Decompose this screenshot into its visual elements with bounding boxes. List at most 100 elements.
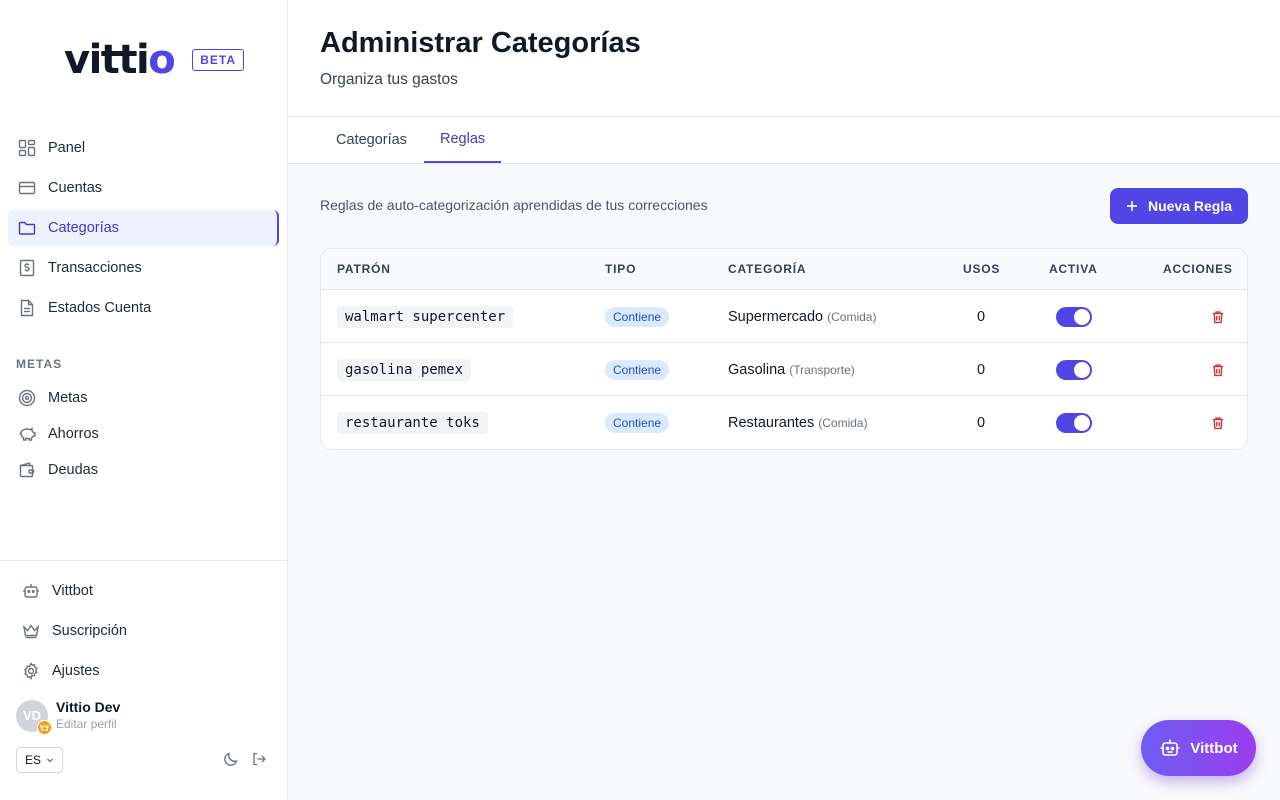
- rule-category-parent: (Comida): [818, 415, 868, 430]
- table-row: restaurante toks Contiene Restaurantes (C…: [321, 396, 1247, 449]
- table-header: PATRÓN TIPO CATEGORÍA USOS ACTIVA ACCION…: [321, 249, 1247, 290]
- active-toggle[interactable]: [1056, 359, 1092, 380]
- delete-trash-icon[interactable]: [1211, 363, 1225, 377]
- dollar-receipt-icon: [19, 259, 35, 277]
- column-header-actions: ACCIONES: [1163, 262, 1233, 276]
- crown-icon: [22, 624, 40, 639]
- toggle-knob: [1074, 361, 1090, 378]
- section-label-metas: METAS: [16, 357, 63, 371]
- table-row: gasolina pemex Contiene Gasolina (Transpo…: [321, 343, 1247, 396]
- page-header: Administrar Categorías Organiza tus gast…: [288, 0, 1280, 117]
- sidebar-item-ajustes[interactable]: Ajustes: [12, 653, 276, 689]
- avatar[interactable]: VD: [16, 699, 52, 735]
- wallet-icon: [19, 462, 35, 478]
- active-toggle[interactable]: [1056, 306, 1092, 327]
- user-info: Vittio Dev Editar perfil: [56, 699, 120, 732]
- sidebar: vittio BETA Panel Cuentas Categorías Tra…: [0, 0, 288, 800]
- rule-category-parent: (Comida): [827, 309, 877, 324]
- sidebar-item-metas[interactable]: Metas: [8, 380, 279, 416]
- rule-category: Supermercado: [728, 308, 824, 325]
- page-subtitle: Organiza tus gastos: [320, 71, 458, 88]
- chevron-down-icon: [47, 758, 53, 763]
- delete-trash-icon[interactable]: [1211, 310, 1225, 324]
- premium-crown-icon: [37, 719, 52, 735]
- sidebar-item-label: Deudas: [48, 462, 98, 478]
- page-title: Administrar Categorías: [320, 27, 641, 59]
- rule-type-badge: Contiene: [605, 306, 670, 327]
- toggle-knob: [1074, 414, 1090, 431]
- new-rule-label: Nueva Regla: [1147, 198, 1233, 214]
- moon-icon[interactable]: [223, 751, 239, 767]
- rule-pattern: restaurante toks: [337, 411, 488, 434]
- logout-icon[interactable]: [251, 751, 267, 767]
- rule-category-parent: (Transporte): [789, 362, 855, 377]
- document-icon: [20, 299, 34, 317]
- sidebar-item-label: Suscripción: [52, 623, 127, 639]
- rule-pattern: gasolina pemex: [337, 358, 472, 381]
- bot-icon: [1160, 739, 1180, 756]
- rules-description: Reglas de auto-categorización aprendidas…: [320, 197, 708, 213]
- sidebar-item-label: Estados Cuenta: [48, 300, 152, 316]
- user-name: Vittio Dev: [56, 699, 121, 715]
- edit-profile-link[interactable]: Editar perfil: [56, 716, 120, 732]
- tab-reglas[interactable]: Reglas: [424, 117, 502, 163]
- column-header-type: TIPO: [605, 262, 637, 276]
- rule-type-badge: Contiene: [605, 412, 670, 433]
- sidebar-item-label: Vittbot: [52, 583, 93, 599]
- brand[interactable]: vittio BETA: [64, 38, 245, 82]
- folder-icon: [18, 221, 36, 235]
- rule-uses: 0: [977, 414, 986, 431]
- sidebar-item-label: Cuentas: [48, 180, 103, 196]
- column-header-pattern: PATRÓN: [337, 262, 391, 276]
- sidebar-item-label: Ahorros: [48, 426, 99, 442]
- column-header-active: ACTIVA: [1049, 262, 1098, 276]
- sidebar-item-label: Transacciones: [48, 260, 142, 276]
- dashboard-icon: [18, 139, 36, 157]
- user-profile[interactable]: VD Vittio Dev Editar perfil: [16, 699, 120, 735]
- sidebar-item-deudas[interactable]: Deudas: [8, 452, 279, 488]
- sidebar-item-suscripcion[interactable]: Suscripción: [12, 613, 276, 649]
- rule-uses: 0: [977, 308, 986, 325]
- column-header-category: CATEGORÍA: [728, 262, 807, 276]
- vittbot-fab-label: Vittbot: [1190, 739, 1238, 757]
- toggle-knob: [1074, 308, 1090, 325]
- table-row: walmart supercenter Contiene Supermercad…: [321, 290, 1247, 343]
- bot-icon: [23, 584, 39, 598]
- sidebar-item-estados-cuenta[interactable]: Estados Cuenta: [8, 290, 279, 326]
- tab-bar: Categorías Reglas: [288, 117, 1280, 164]
- sidebar-item-label: Metas: [48, 390, 88, 406]
- sidebar-item-categorias[interactable]: Categorías: [8, 210, 279, 246]
- sidebar-item-label: Categorías: [48, 220, 119, 236]
- sidebar-item-panel[interactable]: Panel: [8, 130, 279, 166]
- beta-badge: BETA: [192, 49, 245, 71]
- language-value: ES: [24, 753, 41, 767]
- rule-category: Gasolina: [728, 361, 786, 378]
- column-header-uses: USOS: [963, 262, 1001, 276]
- sidebar-item-cuentas[interactable]: Cuentas: [8, 170, 279, 206]
- rule-pattern: walmart supercenter: [337, 305, 514, 328]
- vittbot-fab-button[interactable]: Vittbot: [1141, 720, 1256, 776]
- new-rule-button[interactable]: Nueva Regla: [1110, 188, 1248, 224]
- piggy-bank-icon: [19, 427, 36, 441]
- sidebar-item-vittbot[interactable]: Vittbot: [12, 573, 276, 609]
- gear-icon: [24, 662, 38, 680]
- rule-type-badge: Contiene: [605, 359, 670, 380]
- logo[interactable]: vittio: [64, 38, 176, 82]
- delete-trash-icon[interactable]: [1211, 416, 1225, 430]
- goals-nav: Metas Ahorros Deudas: [8, 380, 279, 488]
- rule-uses: 0: [977, 361, 986, 378]
- target-icon: [18, 389, 36, 407]
- sidebar-item-label: Ajustes: [52, 663, 100, 679]
- sidebar-item-label: Panel: [48, 140, 86, 156]
- sidebar-item-ahorros[interactable]: Ahorros: [8, 416, 279, 452]
- rule-category: Restaurantes: [728, 414, 815, 431]
- main-nav: Panel Cuentas Categorías Transacciones E…: [8, 130, 279, 330]
- active-toggle[interactable]: [1056, 412, 1092, 433]
- plus-icon: [1126, 201, 1137, 211]
- secondary-nav: Vittbot Suscripción Ajustes: [12, 573, 276, 693]
- sidebar-item-transacciones[interactable]: Transacciones: [8, 250, 279, 286]
- sidebar-footer: Vittbot Suscripción Ajustes VD Vittio De…: [0, 560, 288, 773]
- credit-card-icon: [18, 181, 36, 195]
- tab-categorias[interactable]: Categorías: [320, 117, 423, 163]
- language-select[interactable]: ES: [16, 747, 63, 773]
